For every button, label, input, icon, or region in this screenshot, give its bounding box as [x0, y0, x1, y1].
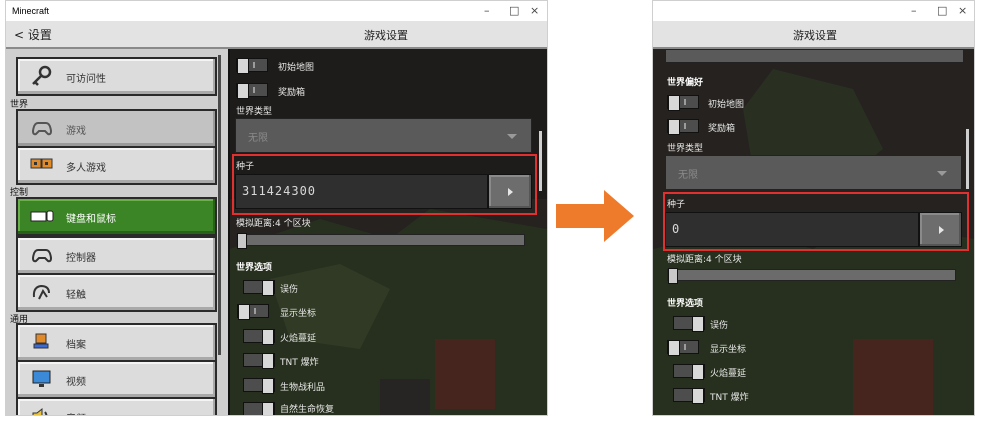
minimize-button[interactable]: – [911, 4, 917, 17]
title-bar: – □ × [653, 1, 974, 21]
world-type-label: 世界类型 [236, 107, 273, 117]
page-title: 游戏设置 [364, 29, 408, 42]
sim-distance-slider[interactable] [236, 233, 525, 249]
minimize-button[interactable]: – [484, 4, 490, 17]
sim-distance-slider[interactable] [667, 268, 956, 284]
bonus-chest-label: 奖励箱 [708, 124, 736, 134]
fire-spread-label: 火焰蔓延 [280, 334, 317, 344]
bonus-chest-toggle[interactable] [667, 119, 699, 135]
profile-icon [33, 333, 49, 349]
tnt-explodes-label: TNT 爆炸 [280, 358, 319, 368]
sidebar-item-label: 多人游戏 [66, 163, 106, 174]
fire-spread-toggle[interactable] [243, 329, 275, 345]
sim-distance-label: 模拟距离:4 个区块 [667, 255, 742, 265]
maximize-button[interactable]: □ [509, 4, 519, 17]
chevron-down-icon [507, 134, 517, 139]
world-background-image [230, 49, 547, 415]
close-button[interactable]: × [958, 4, 967, 17]
transition-arrow-icon [556, 190, 634, 242]
touch-icon [32, 284, 50, 300]
sidebar-item-label: 轻触 [66, 290, 86, 301]
settings-header: < 设置 游戏设置 [6, 21, 547, 49]
starter-map-toggle[interactable] [236, 58, 268, 74]
monitor-icon [32, 370, 51, 387]
sidebar-item-label: 游戏 [66, 126, 86, 137]
chevron-down-icon [937, 171, 947, 176]
fire-spread-label: 火焰蔓延 [710, 369, 747, 379]
natural-regen-toggle[interactable] [243, 402, 275, 415]
mob-loot-label: 生物战利品 [280, 383, 326, 393]
page-title: 游戏设置 [793, 29, 837, 42]
speaker-icon [32, 407, 48, 415]
keyboard-mouse-icon [30, 210, 54, 222]
starter-map-toggle[interactable] [667, 95, 699, 111]
title-bar: Minecraft – □ × [6, 1, 547, 21]
slider-thumb[interactable] [668, 268, 678, 284]
friendly-fire-label: 误伤 [710, 321, 729, 331]
right-minecraft-window: – □ × 游戏设置 世界偏好 初始地图 奖励箱 世界类型 无限 种子 0 模拟… [652, 0, 975, 416]
show-coords-label: 显示坐标 [710, 345, 747, 355]
tnt-explodes-label: TNT 爆炸 [710, 393, 749, 403]
window-title: Minecraft [12, 6, 50, 16]
seed-highlight-box [663, 192, 969, 251]
sidebar-item-touch[interactable]: 轻触 [16, 273, 217, 312]
settings-header: 游戏设置 [653, 21, 974, 49]
starter-map-label: 初始地图 [708, 100, 745, 110]
back-button[interactable]: < 设置 [14, 26, 52, 43]
tnt-explodes-toggle[interactable] [673, 388, 705, 404]
world-type-label: 世界类型 [667, 144, 704, 154]
sidebar-item-video[interactable]: 视频 [16, 360, 217, 399]
content-scrollbar[interactable] [966, 129, 969, 189]
sidebar-item-game[interactable]: 游戏 [16, 109, 217, 148]
show-coords-toggle[interactable] [667, 340, 699, 356]
sidebar-item-label: 档案 [66, 340, 86, 351]
slider-thumb[interactable] [237, 233, 247, 249]
sidebar-item-multiplayer[interactable]: 多人游戏 [16, 146, 217, 185]
multiplayer-icon [30, 158, 53, 169]
sidebar-item-label: 键盘和鼠标 [66, 214, 116, 225]
close-button[interactable]: × [530, 4, 539, 17]
world-type-value: 无限 [248, 133, 268, 144]
tnt-explodes-toggle[interactable] [243, 353, 275, 369]
world-options-title: 世界选项 [236, 263, 273, 273]
sidebar-item-accessibility[interactable]: 可访问性 [16, 57, 217, 96]
bonus-chest-label: 奖励箱 [278, 88, 306, 98]
maximize-button[interactable]: □ [937, 4, 947, 17]
seed-highlight-box [232, 154, 537, 215]
mob-loot-toggle[interactable] [243, 378, 275, 394]
sidebar-item-label: 音频 [66, 410, 86, 415]
settings-sidebar: 可访问性 世界 游戏 多人游戏 控制 键盘和鼠标 控制器 轻触 通用 档案 视频 [6, 49, 228, 415]
starter-map-label: 初始地图 [278, 63, 315, 73]
friendly-fire-label: 误伤 [280, 285, 299, 295]
controller-icon [31, 122, 53, 136]
content-scrollbar[interactable] [539, 131, 542, 191]
sidebar-item-label: 可访问性 [66, 74, 106, 85]
world-options-title: 世界选项 [667, 299, 704, 309]
bonus-chest-toggle[interactable] [236, 83, 268, 99]
left-minecraft-window: Minecraft – □ × < 设置 游戏设置 可访问性 世界 游戏 多人游… [5, 0, 548, 416]
world-prefs-title: 世界偏好 [667, 78, 704, 88]
world-type-value: 无限 [678, 170, 698, 181]
sidebar-item-label: 视频 [66, 377, 86, 388]
previous-section-bottom [665, 49, 964, 63]
sidebar-item-keyboard-mouse[interactable]: 键盘和鼠标 [16, 197, 217, 236]
fire-spread-toggle[interactable] [673, 364, 705, 380]
sidebar-item-audio[interactable]: 音频 [16, 397, 217, 415]
key-icon [32, 65, 52, 86]
sim-distance-label: 模拟距离:4 个区块 [236, 219, 311, 229]
friendly-fire-toggle[interactable] [243, 280, 275, 296]
sidebar-item-label: 控制器 [66, 253, 96, 264]
show-coords-toggle[interactable] [237, 304, 269, 320]
natural-regen-label: 自然生命恢复 [280, 405, 335, 415]
show-coords-label: 显示坐标 [280, 309, 317, 319]
sidebar-scrollbar[interactable] [218, 55, 221, 355]
controller-icon [31, 249, 53, 263]
friendly-fire-toggle[interactable] [673, 316, 705, 332]
world-type-dropdown[interactable]: 无限 [665, 155, 962, 190]
world-type-dropdown[interactable]: 无限 [235, 118, 532, 153]
sidebar-item-controller[interactable]: 控制器 [16, 236, 217, 275]
sidebar-item-profile[interactable]: 档案 [16, 323, 217, 362]
